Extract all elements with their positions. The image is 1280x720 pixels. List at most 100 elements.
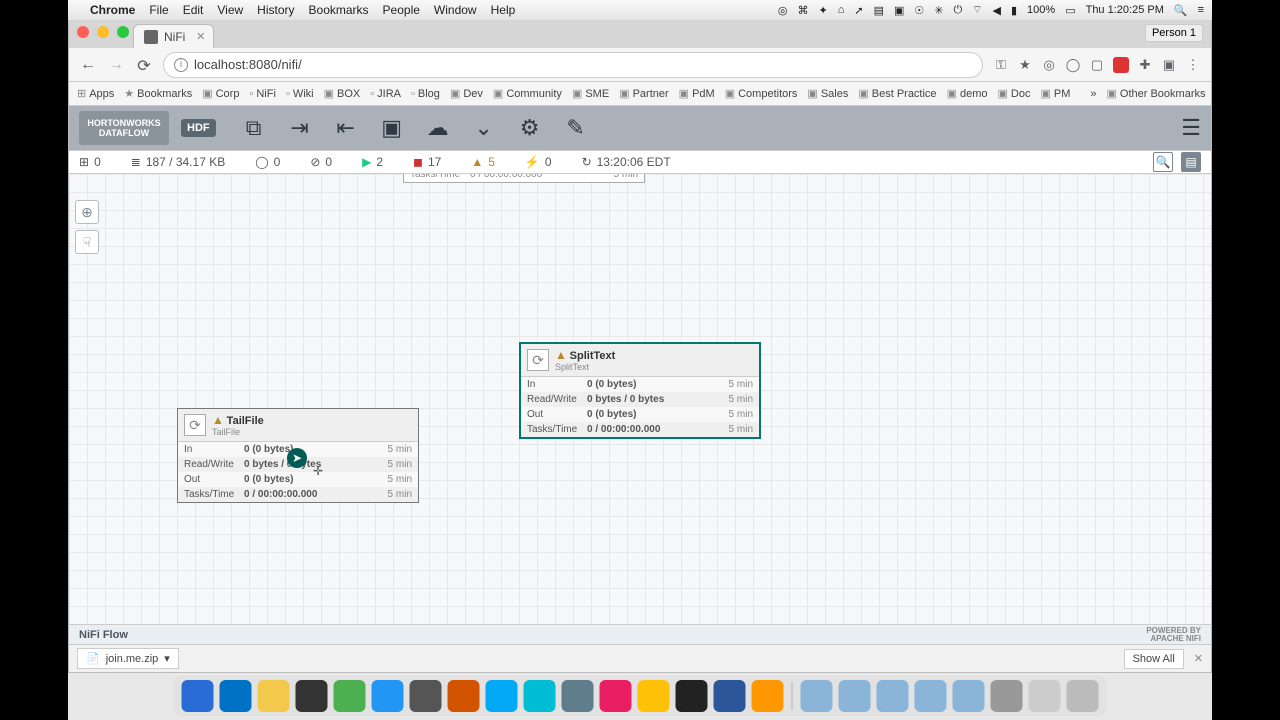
dock-app[interactable] [638,680,670,712]
menu-history[interactable]: History [257,3,294,17]
status-icon[interactable]: ▣ [894,4,904,17]
add-template-icon[interactable]: ⚙ [514,112,546,144]
status-icon[interactable]: ✳ [934,4,943,17]
dock-app[interactable] [410,680,442,712]
bookmark-folder[interactable]: ▣SME [572,87,609,100]
status-icon[interactable]: ☉ [914,4,924,17]
extension-icon[interactable]: ▣ [1161,57,1177,73]
operate-icon[interactable]: ☟ [75,230,99,254]
reload-button[interactable]: ⟳ [135,56,153,74]
url-input[interactable]: i localhost:8080/nifi/ [163,52,983,78]
browser-tab[interactable]: NiFi ✕ [133,24,214,48]
bookmark-item[interactable]: ▫Wiki [286,88,314,100]
battery-icon[interactable]: ▭ [1065,4,1075,17]
bookmark-item[interactable]: ▫JIRA [370,88,401,100]
bookmark-folder[interactable]: ▣Community [493,87,562,100]
dock-app[interactable] [1029,680,1061,712]
dock-app[interactable] [334,680,366,712]
status-icon[interactable]: ◎ [778,4,788,17]
bookmark-folder[interactable]: ▣PM [1040,87,1070,100]
bookmark-item[interactable]: ▫NiFi [249,88,275,100]
add-process-group-icon[interactable]: ▣ [376,112,408,144]
navigate-icon[interactable]: ⊕ [75,200,99,224]
add-input-port-icon[interactable]: ⇥ [284,112,316,144]
dock-app[interactable] [676,680,708,712]
dock-app-zoom[interactable] [372,680,404,712]
bookmark-folder[interactable]: ▣PdM [679,87,715,100]
extension-icon[interactable]: ◯ [1065,57,1081,73]
dock-app[interactable] [524,680,556,712]
close-download-bar-icon[interactable]: ✕ [1194,652,1203,665]
global-menu-icon[interactable]: ☰ [1181,115,1201,141]
dock-folder[interactable] [801,680,833,712]
bookmark-folder[interactable]: ▣Competitors [725,87,798,100]
forward-button[interactable]: → [107,56,125,74]
add-remote-group-icon[interactable]: ☁ [422,112,454,144]
mac-menu-bar[interactable]: Chrome File Edit View History Bookmarks … [68,0,1212,20]
bookmark-item[interactable]: ▫Blog [411,88,440,100]
menu-edit[interactable]: Edit [183,3,204,17]
bookmark-folder[interactable]: ▣demo [947,87,988,100]
key-icon[interactable]: ⚿ [993,57,1009,73]
connection-handle[interactable]: ➤ [287,448,307,468]
dock-app[interactable] [991,680,1023,712]
bulletin-button[interactable]: ▤ [1181,152,1201,172]
window-close-button[interactable] [77,26,89,38]
add-funnel-icon[interactable]: ⌄ [468,112,500,144]
menu-window[interactable]: Window [434,3,477,17]
dock-folder[interactable] [839,680,871,712]
processor-partial[interactable]: Tasks/Time 0 / 00:00:00.000 5 min [403,174,645,183]
extension-icon[interactable]: ◎ [1041,57,1057,73]
bookmark-overflow[interactable]: » [1090,88,1096,100]
status-icon[interactable]: ➚ [854,4,863,17]
status-icon[interactable]: ✦ [818,4,827,17]
flag-icon[interactable]: ▮ [1011,4,1017,17]
bookmark-folder[interactable]: ▣Partner [619,87,668,100]
status-icon[interactable]: ⏻ [953,4,962,17]
wifi-icon[interactable]: ⌔ [972,3,982,17]
menu-people[interactable]: People [383,3,420,17]
dock-app-terminal[interactable] [296,680,328,712]
bookmark-folder[interactable]: ▣Best Practice [858,87,936,100]
dock-folder[interactable] [953,680,985,712]
search-button[interactable]: 🔍 [1153,152,1173,172]
dock-app-outlook[interactable] [220,680,252,712]
dock-app-word[interactable] [714,680,746,712]
bookmark-folder[interactable]: ★Bookmarks [124,87,192,100]
show-all-downloads-button[interactable]: Show All [1124,649,1184,669]
bookmark-folder[interactable]: ▣Sales [807,87,848,100]
add-processor-icon[interactable]: ⧉ [238,112,270,144]
dock-app-virtualbox[interactable] [562,680,594,712]
bookmark-star-icon[interactable]: ★ [1017,57,1033,73]
window-maximize-button[interactable] [117,26,129,38]
status-icon[interactable]: ▤ [874,4,884,17]
menu-file[interactable]: File [149,3,168,17]
breadcrumb-root[interactable]: NiFi Flow [79,629,128,641]
back-button[interactable]: ← [79,56,97,74]
tab-close-icon[interactable]: ✕ [196,30,205,43]
profile-button[interactable]: Person 1 [1145,24,1203,42]
dock-trash-icon[interactable] [1067,680,1099,712]
chrome-menu-icon[interactable]: ⋮ [1185,57,1201,73]
dock-app[interactable] [486,680,518,712]
window-minimize-button[interactable] [97,26,109,38]
nifi-canvas[interactable]: Tasks/Time 0 / 00:00:00.000 5 min ⊕ ☟ ⟳ … [69,174,1211,624]
dock-folder[interactable] [877,680,909,712]
chevron-down-icon[interactable]: ▾ [164,652,170,665]
dock-folder[interactable] [915,680,947,712]
dock-app-powerpoint[interactable] [448,680,480,712]
menu-view[interactable]: View [217,3,243,17]
dock-app[interactable] [752,680,784,712]
status-icon[interactable]: ⌘ [797,4,808,17]
extension-icon[interactable]: ✚ [1137,57,1153,73]
menu-bookmarks[interactable]: Bookmarks [309,3,369,17]
menu-help[interactable]: Help [491,3,516,17]
other-bookmarks[interactable]: ▣Other Bookmarks [1107,87,1206,100]
dock-app-finder[interactable] [182,680,214,712]
status-icon[interactable]: ⌂ [838,4,845,16]
bookmark-folder[interactable]: ▣Corp [202,87,239,100]
dock-app[interactable] [600,680,632,712]
apps-shortcut[interactable]: ⊞Apps [77,87,114,100]
extension-icon[interactable] [1113,57,1129,73]
notification-center-icon[interactable]: ≡ [1198,4,1204,16]
